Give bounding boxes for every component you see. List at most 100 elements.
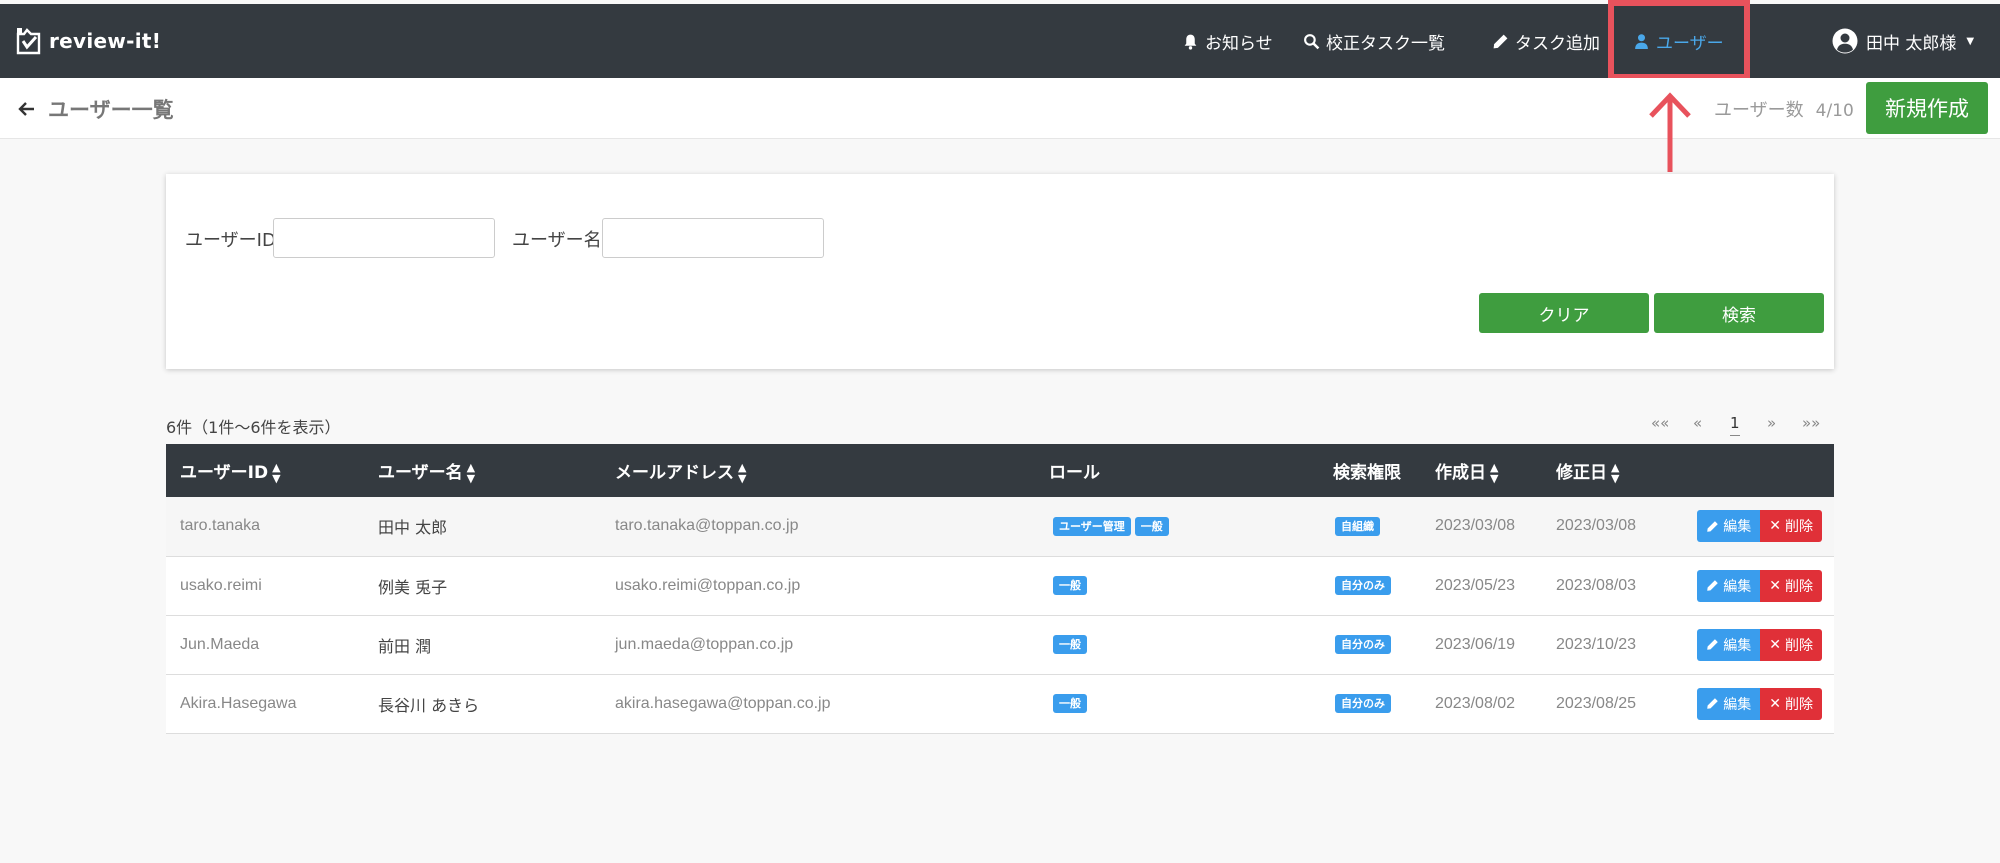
cell-search-scope: 自組織	[1317, 497, 1421, 556]
nav-item-label: タスク追加	[1515, 33, 1600, 54]
pencil-icon	[1493, 34, 1508, 48]
edit-button[interactable]: 編集	[1697, 628, 1761, 661]
cell-role: 一般	[1018, 674, 1317, 733]
cell-email: akira.hasegawa@toppan.co.jp	[615, 694, 831, 712]
scope-badge: 自分のみ	[1335, 693, 1391, 714]
cell-actions: 編集 ✕ 削除	[1672, 674, 1834, 733]
nav-item-label: お知らせ	[1205, 33, 1273, 54]
pencil-icon	[1707, 698, 1719, 709]
cell-created: 2023/08/02	[1435, 694, 1516, 712]
user-avatar-icon	[1832, 28, 1858, 54]
pagination-last[interactable]: »»	[1802, 414, 1820, 432]
user-name-input[interactable]	[602, 218, 824, 258]
close-icon: ✕	[1769, 695, 1781, 712]
search-panel: ユーザーID ユーザー名 クリア 検索	[166, 174, 1834, 369]
cell-search-scope: 自分のみ	[1317, 556, 1421, 615]
pagination-prev[interactable]: «	[1693, 414, 1702, 432]
user-name-label: ユーザー名	[512, 230, 602, 251]
clear-button[interactable]: クリア	[1479, 293, 1649, 333]
role-badge: ユーザー管理	[1053, 516, 1131, 536]
nav-item-label: 校正タスク一覧	[1326, 33, 1445, 54]
table-row: Akira.Hasegawa 長谷川 あきら akira.hasegawa@to…	[166, 674, 1834, 733]
column-header-created[interactable]: 作成日 ▲ ▼	[1421, 444, 1542, 497]
user-id-input[interactable]	[273, 218, 495, 258]
pencil-icon	[1707, 639, 1719, 650]
nav-item-add-task[interactable]: タスク追加	[1492, 4, 1600, 78]
cell-search-scope: 自分のみ	[1317, 615, 1421, 674]
result-summary: 6件（1件〜6件を表示）	[166, 418, 341, 437]
pencil-icon	[1707, 580, 1719, 591]
cell-updated: 2023/03/08	[1556, 517, 1637, 535]
search-button[interactable]: 検索	[1654, 293, 1824, 333]
nav-item-review-tasks[interactable]: 校正タスク一覧	[1303, 4, 1445, 78]
edit-button[interactable]: 編集	[1697, 687, 1761, 720]
delete-button[interactable]: ✕ 削除	[1760, 687, 1822, 720]
column-header-updated[interactable]: 修正日 ▲ ▼	[1542, 444, 1672, 497]
sort-icon[interactable]: ▲ ▼	[272, 462, 280, 484]
cell-user-name: 前田 潤	[378, 636, 432, 656]
sort-icon[interactable]: ▲ ▼	[1611, 462, 1619, 484]
scope-badge: 自分のみ	[1335, 634, 1391, 655]
edit-button[interactable]: 編集	[1697, 569, 1761, 602]
cell-created: 2023/03/08	[1435, 517, 1516, 535]
user-table: ユーザーID ▲ ▼ ユーザー名 ▲ ▼ メールアドレス ▲ ▼ ロール 検索権限 作成日 ▲…	[166, 444, 1834, 734]
cell-actions: 編集 ✕ 削除	[1672, 615, 1834, 674]
column-header-search-scope: 検索権限	[1333, 463, 1401, 483]
role-badge: 一般	[1134, 516, 1169, 536]
brand-logo[interactable]: review-it!	[15, 26, 161, 56]
cell-user-name: 田中 太郎	[378, 518, 448, 538]
bell-icon	[1184, 34, 1197, 50]
nav-item-notifications[interactable]: お知らせ	[1182, 4, 1273, 78]
column-header-email[interactable]: メールアドレス ▲ ▼	[601, 444, 1018, 497]
pagination: «« « 1 » »»	[1640, 414, 1834, 438]
cell-actions: 編集 ✕ 削除	[1672, 497, 1834, 556]
sort-icon[interactable]: ▲ ▼	[738, 462, 746, 484]
chevron-down-icon: ▼	[1966, 35, 1975, 47]
user-id-label: ユーザーID	[185, 230, 276, 251]
sort-icon[interactable]: ▲ ▼	[467, 462, 475, 484]
column-header-role: ロール	[1049, 463, 1100, 483]
edit-button[interactable]: 編集	[1697, 510, 1761, 543]
cell-role: 一般	[1018, 556, 1317, 615]
user-count-value: 4/10	[1815, 101, 1854, 121]
table-row: Jun.Maeda 前田 潤 jun.maeda@toppan.co.jp 一般…	[166, 615, 1834, 674]
cell-user-id: usako.reimi	[180, 576, 262, 594]
scope-badge: 自分のみ	[1335, 575, 1391, 596]
cell-user-id: taro.tanaka	[180, 517, 261, 535]
cell-updated: 2023/08/03	[1556, 576, 1637, 594]
brand-name: review-it!	[49, 29, 162, 53]
role-badge: 一般	[1053, 693, 1087, 714]
delete-button[interactable]: ✕ 削除	[1760, 510, 1822, 543]
delete-button[interactable]: ✕ 削除	[1760, 628, 1822, 661]
pagination-first[interactable]: ««	[1651, 414, 1669, 432]
close-icon: ✕	[1769, 636, 1781, 653]
cell-actions: 編集 ✕ 削除	[1672, 556, 1834, 615]
annotation-arrow-icon	[1649, 92, 1691, 172]
user-account-menu[interactable]: 田中 太郎様 ▼	[1832, 4, 1974, 78]
table-row: usako.reimi 例美 兎子 usako.reimi@toppan.co.…	[166, 556, 1834, 615]
cell-search-scope: 自分のみ	[1317, 674, 1421, 733]
close-icon: ✕	[1769, 518, 1781, 535]
sort-icon[interactable]: ▲ ▼	[1490, 462, 1498, 484]
delete-button[interactable]: ✕ 削除	[1760, 569, 1822, 602]
back-arrow-icon[interactable]	[18, 100, 36, 118]
cell-user-name: 例美 兎子	[378, 577, 448, 597]
cell-created: 2023/05/23	[1435, 576, 1516, 594]
cell-role: ユーザー管理 一般	[1018, 497, 1317, 556]
column-header-user-name[interactable]: ユーザー名 ▲ ▼	[364, 444, 601, 497]
cell-updated: 2023/08/25	[1556, 694, 1637, 712]
cell-updated: 2023/10/23	[1556, 635, 1637, 653]
role-badge: 一般	[1053, 575, 1087, 596]
column-header-actions	[1672, 444, 1834, 497]
role-badge: 一般	[1053, 634, 1087, 655]
column-header-user-id[interactable]: ユーザーID ▲ ▼	[166, 444, 364, 497]
pagination-next[interactable]: »	[1767, 414, 1776, 432]
new-user-button[interactable]: 新規作成	[1866, 82, 1988, 134]
search-icon	[1304, 33, 1320, 49]
page-header: ユーザー一覧 ユーザー数 4/10 新規作成	[0, 78, 2000, 139]
cell-created: 2023/06/19	[1435, 635, 1516, 653]
cell-email: usako.reimi@toppan.co.jp	[615, 576, 801, 594]
pagination-page-1[interactable]: 1	[1730, 414, 1740, 436]
close-icon: ✕	[1769, 577, 1781, 594]
page-title: ユーザー一覧	[48, 98, 174, 122]
